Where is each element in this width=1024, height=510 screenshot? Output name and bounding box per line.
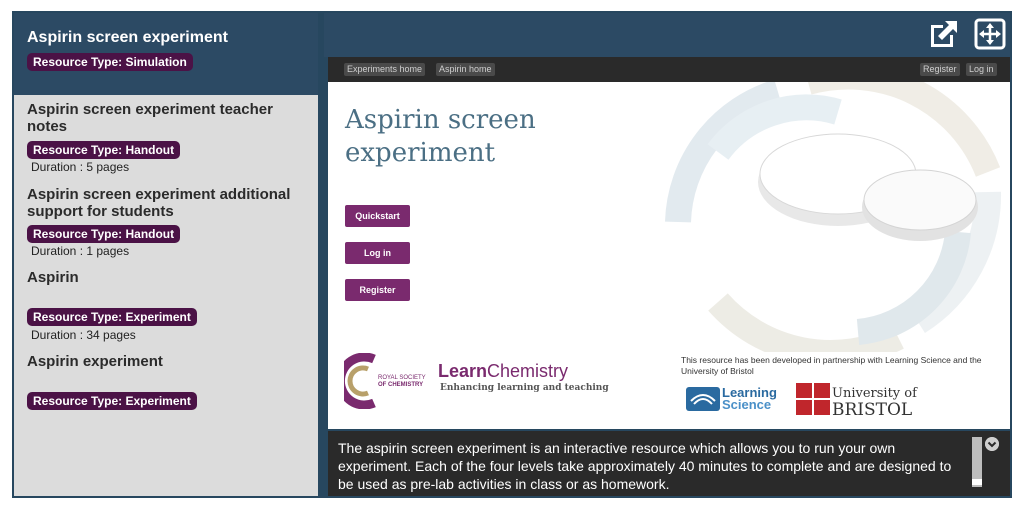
learnchemistry-tagline: Enhancing learning and teaching (440, 383, 609, 393)
sidebar-item-title: Aspirin screen experiment teacher notes (27, 101, 273, 135)
simulation-frame: Experiments home Aspirin home Register L… (328, 57, 1010, 429)
duration-text: Duration : 5 pages (31, 160, 130, 174)
sidebar-item-active[interactable]: Aspirin screen experiment Resource Type:… (14, 13, 318, 95)
resource-type-badge: Resource Type: Simulation (27, 53, 193, 71)
aspirin-tablets-illustration (665, 82, 1002, 352)
learning-science-logo: Learning Science (722, 386, 777, 412)
register-link[interactable]: Register (920, 63, 960, 76)
bristol-logo: University of BRISTOL (832, 386, 917, 420)
rsc-logo-icon (335, 352, 376, 410)
scrollbar[interactable] (972, 437, 982, 487)
rsc-logo-text: ROYAL SOCIETY OF CHEMISTRY (378, 375, 426, 389)
app-frame: Aspirin screen experiment Resource Type:… (12, 11, 1012, 498)
logo-part: Chemistry (487, 361, 569, 381)
resource-type-badge: Resource Type: Handout (27, 225, 181, 243)
quickstart-button[interactable]: Quickstart (345, 205, 410, 227)
logo-line: University of (832, 386, 917, 401)
learnchemistry-logo: LearnChemistry (438, 361, 568, 382)
logo-part: Learn (438, 361, 488, 381)
partnership-text: This resource has been developed in part… (681, 355, 982, 376)
sidebar-item-title: Aspirin experiment (27, 353, 163, 370)
login-link[interactable]: Log in (966, 63, 997, 76)
sidebar-item-title: Aspirin screen experiment (27, 29, 228, 46)
resource-sidebar: Aspirin screen experiment Resource Type:… (14, 13, 321, 496)
aspirin-home-link[interactable]: Aspirin home (436, 63, 495, 76)
experiments-home-link[interactable]: Experiments home (344, 63, 426, 76)
resource-type-badge: Resource Type: Experiment (27, 308, 197, 326)
scrollbar-thumb[interactable] (972, 479, 982, 485)
description-panel: The aspirin screen experiment is an inte… (328, 431, 1010, 496)
logo-line: Science (722, 397, 772, 412)
duration-text: Duration : 1 pages (31, 244, 130, 258)
resource-type-badge: Resource Type: Handout (27, 141, 181, 159)
rsc-line: ROYAL SOCIETY (378, 375, 426, 381)
sim-navbar: Experiments home Aspirin home Register L… (328, 57, 1010, 82)
resource-type-badge: Resource Type: Experiment (27, 392, 197, 410)
bristol-crest-icon (796, 383, 830, 415)
fullscreen-icon[interactable] (974, 18, 1006, 50)
register-button[interactable]: Register (345, 279, 410, 301)
sidebar-item-title: Aspirin screen experiment additional sup… (27, 186, 291, 220)
description-text: The aspirin screen experiment is an inte… (338, 440, 952, 492)
sidebar-item-title: Aspirin (27, 269, 79, 286)
title-line: experiment (345, 138, 496, 168)
title-line: Aspirin screen (345, 105, 536, 135)
rsc-logo: ROYAL SOCIETY OF CHEMISTRY (335, 352, 426, 414)
duration-text: Duration : 34 pages (31, 328, 136, 342)
login-button[interactable]: Log in (345, 242, 410, 264)
simulation-title: Aspirin screen experiment (345, 104, 605, 170)
external-link-icon[interactable] (928, 18, 960, 50)
rsc-line: OF CHEMISTRY (378, 382, 424, 388)
chevron-down-icon[interactable] (985, 437, 999, 451)
logo-line: BRISTOL (832, 400, 913, 420)
learning-science-icon (686, 387, 720, 411)
viewer-toolbar (324, 13, 1010, 57)
